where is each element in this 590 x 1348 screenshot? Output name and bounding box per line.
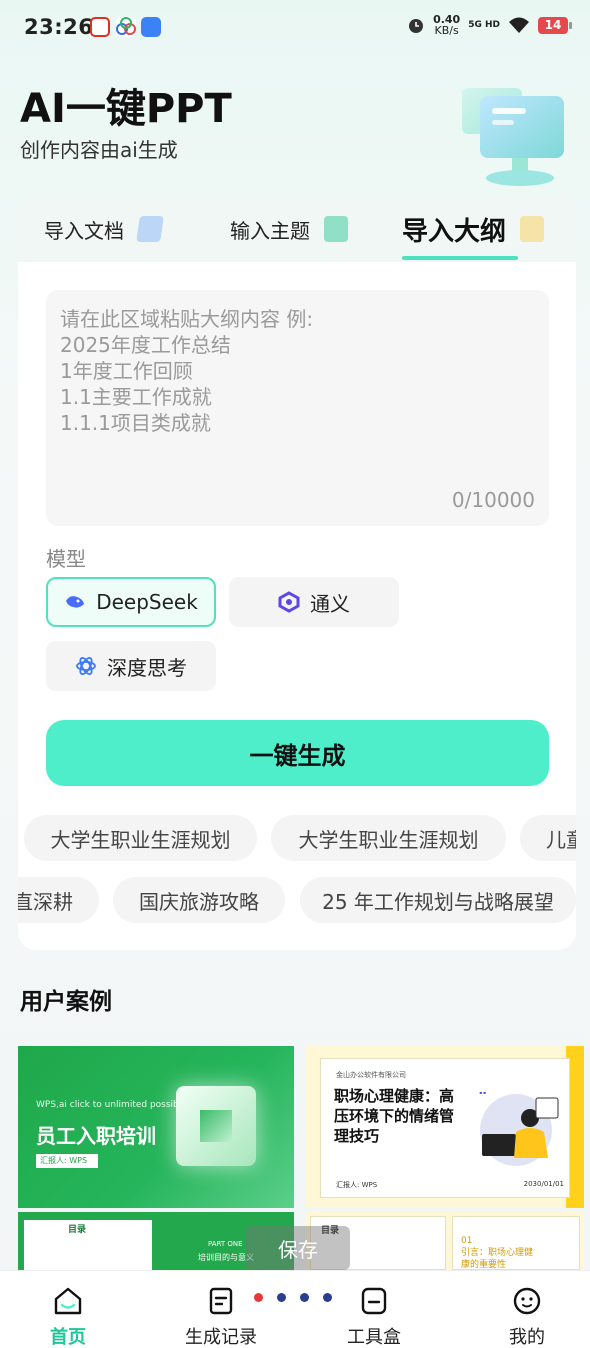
page-indicator [254,1293,332,1302]
bottom-navigation: 首页 生成记录 工具盒 我的 [0,1270,590,1348]
model-option-deep-thinking[interactable]: 深度思考 [46,641,216,691]
document-icon [136,216,164,242]
model-label: 模型 [46,547,86,571]
app-notification-icon [141,17,161,37]
page-subtitle: 创作内容由ai生成 [20,138,178,162]
tongyi-icon [278,591,300,613]
nav-history[interactable]: 生成记录 [171,1271,271,1348]
person-illustration-icon: " [478,1092,559,1166]
suggestion-chip[interactable]: 大学生职业生涯规划 [24,815,257,861]
suggestion-chip[interactable]: 儿童 [520,815,576,861]
outline-icon [520,216,545,242]
profile-face-icon [513,1287,541,1315]
nav-profile[interactable]: 我的 [477,1271,577,1348]
topic-icon [324,216,348,242]
nav-toolbox[interactable]: 工具盒 [324,1271,424,1348]
history-document-icon [209,1287,233,1315]
suggestion-chip[interactable]: 大学生职业生涯规划 [271,815,506,861]
nav-home[interactable]: 首页 [18,1271,118,1348]
tab-input-topic[interactable]: 输入主题 [230,196,348,262]
alarm-icon [409,19,424,33]
input-mode-tabs: 导入文档 输入主题 导入大纲 [18,196,576,262]
suggestion-chip[interactable]: 直深耕 [18,877,99,923]
tab-import-outline[interactable]: 导入大纲 [402,196,545,262]
outline-input[interactable]: 请在此区域粘贴大纲内容 例: 2025年度工作总结 1年度工作回顾 1.1主要工… [46,290,549,526]
net-speed: 0.40 KB/s [433,13,461,37]
page-title: AI一键PPT [20,86,232,132]
battery-icon: 14 [538,16,572,34]
wifi-icon [509,17,529,33]
suggestion-chip[interactable]: 国庆旅游攻略 [113,877,285,923]
cube-illustration-icon [176,1086,256,1166]
case-card[interactable]: WPS,ai click to unlimited possibilities … [18,1046,294,1208]
app-notification-icon [90,17,110,37]
case-card[interactable]: 金山办公软件有限公司 职场心理健康：高压环境下的情绪管理技巧 " 汇报人: WP… [306,1046,584,1208]
status-time: 23:26 [24,15,94,39]
outline-placeholder: 请在此区域粘贴大纲内容 例: 2025年度工作总结 1年度工作回顾 1.1主要工… [60,307,314,435]
generate-button[interactable]: 一键生成 [46,720,549,786]
home-icon [54,1287,82,1315]
suggestion-row-1: 大学生职业生涯规划 大学生职业生涯规划 儿童 [18,815,576,861]
model-option-tongyi[interactable]: 通义 [229,577,399,627]
monitor-illustration-icon [462,88,564,186]
active-tab-indicator [402,256,518,260]
deep-thinking-icon [76,657,96,675]
network-type: 5G HD [468,20,500,30]
model-option-deepseek[interactable]: DeepSeek [46,577,216,627]
save-button[interactable]: 保存 [246,1226,350,1270]
suggestion-chip[interactable]: 25 年工作规划与战略展望 [300,877,576,923]
svg-text:": " [478,1092,487,1107]
app-notification-icon [116,17,136,37]
tab-import-document[interactable]: 导入文档 [44,196,164,262]
char-counter: 0/10000 [451,488,535,512]
status-bar: 23:26 0.40 KB/s 5G HD 14 [0,0,590,56]
deepseek-icon [66,596,85,608]
generator-card: 导入文档 输入主题 导入大纲 请在此区域粘贴大纲内容 例: 2025年度工作总结… [18,196,576,950]
toolbox-icon [361,1287,387,1315]
suggestion-row-2: 直深耕 国庆旅游攻略 25 年工作规划与战略展望 [18,877,576,923]
cases-section-title: 用户案例 [20,989,112,1015]
status-indicators: 0.40 KB/s 5G HD 14 [407,13,572,37]
